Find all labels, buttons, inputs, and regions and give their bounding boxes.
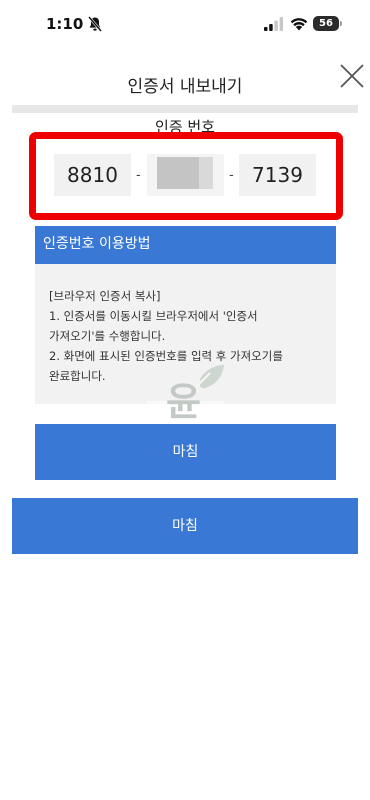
howto-line: [브라우저 인증서 복사] (49, 289, 161, 303)
page-title: 인증서 내보내기 (127, 77, 243, 97)
battery-icon: 56 (313, 16, 342, 31)
done-button-outer[interactable]: 마침 (12, 498, 358, 554)
cellular-signal-icon (264, 17, 284, 31)
code-separator: - (229, 168, 234, 183)
auth-code-part-3: 7139 (239, 154, 316, 196)
divider-strip (12, 105, 358, 113)
wifi-icon (290, 18, 308, 31)
bell-slash-icon (88, 16, 102, 32)
auth-code-part-1: 8810 (54, 154, 131, 196)
watermark-text: 윤 (166, 380, 201, 424)
status-bar: 1:10 56 (0, 0, 370, 50)
status-time: 1:10 (46, 15, 84, 33)
code-separator: - (136, 168, 141, 183)
redacted-block (157, 157, 213, 189)
close-icon[interactable] (336, 60, 368, 92)
howto-line: 1. 인증서를 이동시킬 브라우저에서 '인증서 (49, 309, 258, 323)
howto-header: 인증번호 이용방법 (35, 226, 336, 264)
battery-level: 56 (319, 18, 333, 29)
howto-line: 가져오기'를 수행합니다. (49, 329, 166, 343)
done-button[interactable]: 마침 (35, 424, 336, 480)
